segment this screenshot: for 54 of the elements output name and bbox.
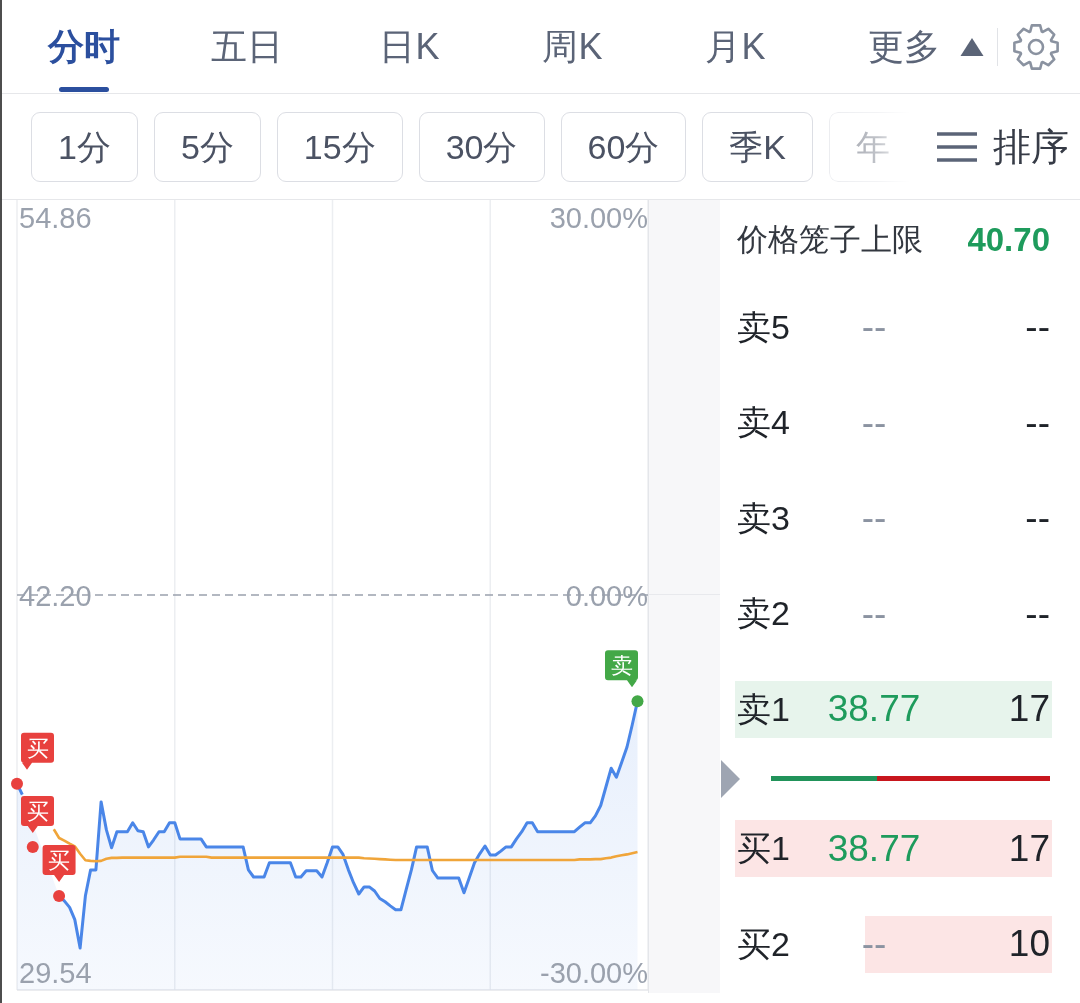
period-button[interactable]: 季K	[702, 111, 813, 182]
trade-point-icon	[11, 777, 23, 790]
settings-icon[interactable]	[1012, 22, 1060, 71]
period-button[interactable]: 30分	[418, 111, 545, 182]
level-label: 卖2	[736, 593, 791, 634]
price-axis-label: 29.54	[19, 956, 92, 989]
annotation: 买	[26, 798, 49, 824]
trade-tag: 买	[21, 732, 54, 770]
trade-tag: 买	[21, 795, 54, 833]
period-button[interactable]: 15分	[276, 111, 403, 182]
caret-up-icon	[960, 36, 984, 57]
period-button[interactable]: 5分	[153, 111, 261, 182]
period-button[interactable]: 1分	[31, 111, 138, 182]
trade-point-icon	[26, 840, 39, 853]
tab[interactable]: 周K	[491, 0, 654, 93]
level-label: 卖1	[736, 688, 791, 730]
price-value: 38.77	[826, 826, 922, 871]
price-value: --	[860, 922, 888, 967]
volume-value: --	[1025, 591, 1051, 636]
trade-tag: 买	[42, 845, 76, 883]
period-button[interactable]: 60分	[560, 111, 687, 182]
level-label: 卖5	[736, 306, 791, 348]
tab[interactable]: 五日	[165, 0, 328, 93]
trade-point-icon	[631, 695, 644, 708]
price-cage-label: 价格笼子上限	[737, 220, 923, 259]
price-cage-value: 40.70	[967, 220, 1050, 261]
tab[interactable]: 更多	[817, 0, 997, 93]
tab[interactable]: 日K	[328, 0, 491, 93]
price-value: --	[860, 305, 888, 350]
price-value: --	[860, 400, 888, 445]
level-label: 卖4	[736, 402, 791, 443]
annotation: 买	[48, 848, 71, 874]
annotation: 卖	[610, 653, 633, 679]
trade-tag: 卖	[605, 650, 638, 688]
volume-value: --	[1025, 400, 1051, 445]
level-label: 买2	[736, 923, 791, 965]
price-value: --	[860, 496, 888, 541]
level-label: 买1	[736, 828, 791, 869]
level-label: 卖3	[736, 497, 791, 539]
percent-axis-label: -30.00%	[540, 956, 648, 989]
price-value: 38.77	[826, 687, 922, 732]
price-axis-label: 54.86	[19, 202, 92, 235]
menu-icon	[936, 131, 978, 162]
trade-point-icon	[53, 890, 66, 903]
annotation: 买	[26, 735, 49, 761]
tab[interactable]: 分时	[2, 0, 165, 93]
tab[interactable]: 月K	[654, 0, 817, 93]
volume-value: --	[1025, 496, 1051, 541]
volume-value: 10	[1008, 922, 1051, 967]
volume-value: 17	[1008, 826, 1051, 871]
volume-value: --	[1025, 305, 1051, 350]
price-value: --	[860, 591, 888, 636]
percent-axis-label: 30.00%	[549, 202, 648, 235]
volume-value: 17	[1008, 687, 1051, 732]
